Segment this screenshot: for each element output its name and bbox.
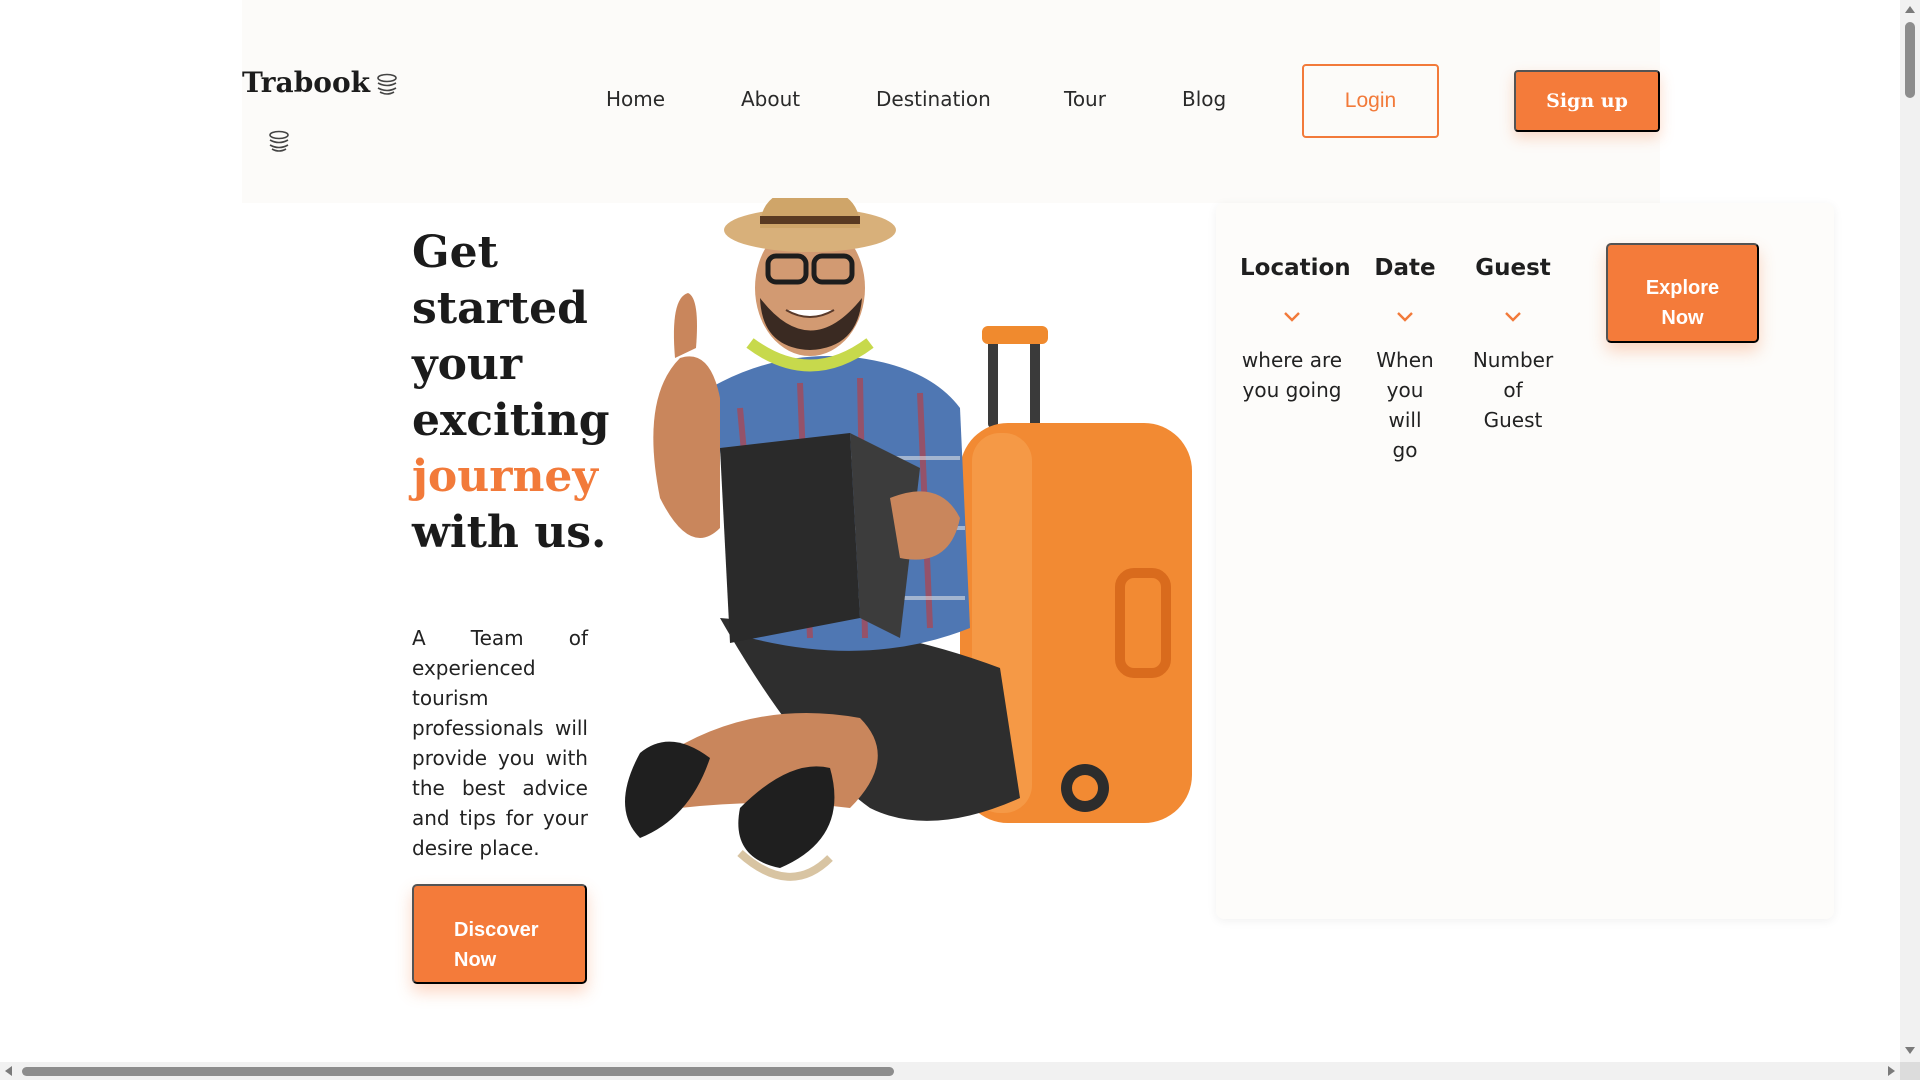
scroll-down-arrow-icon[interactable]	[1905, 1047, 1915, 1054]
explore-now-button[interactable]: Explore Now	[1606, 243, 1759, 343]
hint-line: Number	[1472, 348, 1554, 372]
brand-name[interactable]: Trabook	[242, 66, 370, 99]
discover-now-button[interactable]: Discover Now	[412, 884, 587, 984]
hint-line: When	[1376, 348, 1434, 372]
vertical-scroll-thumb[interactable]	[1905, 22, 1915, 98]
hint-line: you going	[1242, 378, 1342, 402]
chevron-down-icon[interactable]	[1283, 311, 1301, 323]
hero-title-line: exciting	[412, 395, 610, 446]
discover-label-line: Now	[454, 949, 497, 971]
nav-link-about[interactable]: About	[741, 87, 800, 111]
hint-line: Guest	[1483, 408, 1543, 432]
hero-title-line: started	[412, 283, 588, 334]
hero-description: A Team of experienced tourism profession…	[412, 626, 588, 860]
hero-title: Get started your exciting journey with u…	[412, 225, 612, 561]
horizontal-scroll-thumb[interactable]	[22, 1067, 894, 1076]
signup-button[interactable]: Sign up	[1514, 70, 1660, 132]
chevron-down-icon[interactable]	[1396, 311, 1414, 323]
trip-search-card: Location where are you going Date When y…	[1216, 203, 1834, 919]
date-label: Date	[1374, 255, 1436, 281]
viewport: Trabook Home About Destination Tour Blog…	[0, 0, 1920, 1080]
scroll-right-arrow-icon[interactable]	[1888, 1066, 1895, 1076]
nav-link-tour[interactable]: Tour	[1064, 87, 1106, 111]
hero-title-accent: journey	[412, 451, 598, 502]
hint-line: you	[1386, 378, 1424, 402]
scroll-left-arrow-icon[interactable]	[5, 1066, 12, 1076]
stacked-coins-icon	[377, 73, 397, 95]
hint-line: will	[1388, 408, 1422, 432]
location-hint: where are you going	[1240, 345, 1344, 405]
site-header: Trabook Home About Destination Tour Blog…	[242, 0, 1660, 203]
guest-label: Guest	[1475, 255, 1551, 281]
guest-field[interactable]: Guest Number of Guest	[1468, 203, 1558, 435]
location-field[interactable]: Location where are you going	[1240, 203, 1351, 405]
hero-title-line: with us.	[412, 507, 607, 558]
horizontal-scrollbar[interactable]	[0, 1062, 1920, 1080]
nav-link-blog[interactable]: Blog	[1182, 87, 1226, 111]
scroll-up-arrow-icon[interactable]	[1905, 6, 1915, 13]
guest-hint: Number of Guest	[1468, 345, 1558, 435]
traveler-with-suitcase-image	[625, 198, 1192, 881]
location-label: Location	[1240, 255, 1351, 281]
login-button[interactable]: Login	[1302, 64, 1439, 138]
hero-title-line: Get	[412, 227, 498, 278]
stacked-coins-icon	[269, 130, 289, 152]
explore-label-line: Now	[1661, 307, 1704, 329]
hint-line: of	[1503, 378, 1523, 402]
date-field[interactable]: Date When you will go	[1370, 203, 1440, 465]
scrollbar-corner	[1900, 1062, 1920, 1080]
nav-link-destination[interactable]: Destination	[876, 87, 991, 111]
chevron-down-icon[interactable]	[1504, 311, 1522, 323]
explore-label-line: Explore	[1645, 277, 1720, 299]
discover-label-line: Discover	[454, 919, 539, 941]
hint-line: go	[1392, 438, 1418, 462]
date-hint: When you will go	[1370, 345, 1440, 465]
nav-link-home[interactable]: Home	[606, 87, 665, 111]
hint-line: where are	[1241, 348, 1343, 372]
hero-title-line: your	[412, 339, 523, 390]
vertical-scrollbar[interactable]	[1900, 0, 1920, 1062]
